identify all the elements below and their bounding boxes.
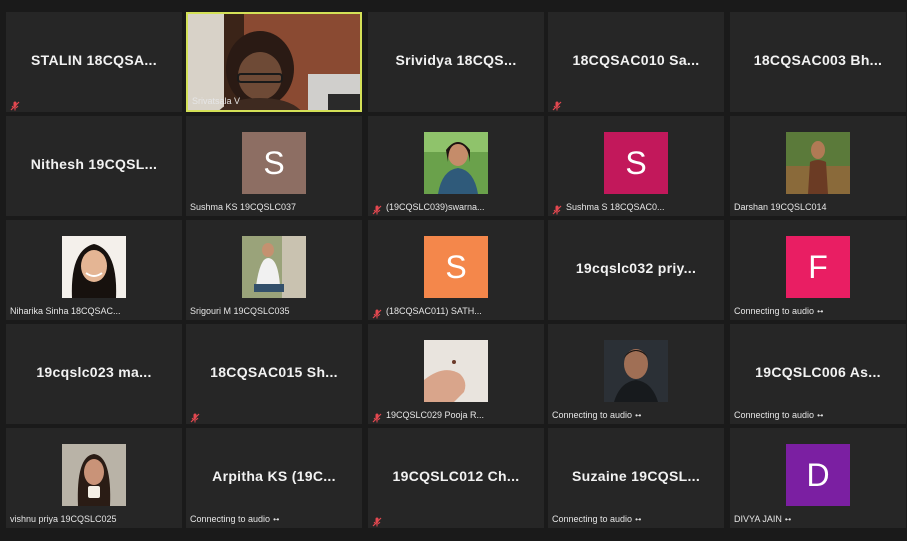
participant-tile[interactable]: vishnu priya 19CQSLC025 [6,428,182,528]
participant-name-text: Connecting to audio [734,410,815,420]
participant-name-display: Arpitha KS (19C... [212,468,336,484]
participant-tile[interactable]: Suzaine 19CQSL... Connecting to audio •·• [548,428,724,528]
mic-muted-icon [10,98,20,111]
participant-name-display: 18CQSAC010 Sa... [572,52,700,68]
participant-tile[interactable]: Srividya 18CQS... [368,12,544,112]
connecting-dots-icon: •·• [273,515,279,524]
participant-grid: STALIN 18CQSA... Srivatsala V Srividya 18C… [0,0,907,541]
participant-avatar: D [786,444,850,506]
participant-photo [604,340,668,402]
participant-name-text: Connecting to audio [552,410,633,420]
mic-muted-icon [190,410,200,423]
participant-tile[interactable]: Nithesh 19CQSL... [6,116,182,216]
participant-tile[interactable]: 19CQSLC029 Pooja R... [368,324,544,424]
mic-muted-icon [372,410,382,423]
participant-avatar: S [242,132,306,194]
participant-name-display: 18CQSAC003 Bh... [753,52,883,68]
participant-name-text: 19CQSLC029 Pooja R... [386,410,485,420]
participant-tile[interactable]: 19cqslc023 ma... [6,324,182,424]
participant-tile[interactable]: 19cqslc032 priy... [548,220,724,320]
participant-name-text: Sushma S 18CQSAC0... [566,202,665,212]
participant-name-label: Darshan 19CQSLC014 [732,200,829,214]
participant-name-text: Niharika Sinha 18CQSAC... [10,306,121,316]
participant-name-label: Sushma S 18CQSAC0... [564,200,667,214]
participant-name-display: Suzaine 19CQSL... [571,468,701,484]
connecting-dots-icon: •·• [635,515,641,524]
participant-name-display: 19cqslc032 priy... [575,260,697,276]
participant-tile[interactable]: Srivatsala V [186,12,362,112]
participant-avatar: S [604,132,668,194]
participant-name-label: Connecting to audio •·• [732,304,824,318]
participant-name-label: Connecting to audio •·• [550,408,642,422]
participant-avatar: S [424,236,488,298]
connecting-dots-icon: •·• [817,307,823,316]
connecting-dots-icon: •·• [784,515,791,524]
participant-avatar: F [786,236,850,298]
participant-photo [62,444,126,506]
participant-name-label: Connecting to audio •·• [732,408,824,422]
participant-tile[interactable]: 18CQSAC003 Bh... [730,12,906,112]
participant-name-display: Srividya 18CQS... [395,52,517,68]
participant-tile[interactable]: S (18CQSAC011) SATH... [368,220,544,320]
participant-photo [242,236,306,298]
participant-name-label: Srigouri M 19CQSLC035 [188,304,292,318]
participant-tile[interactable]: 19CQSLC006 As... Connecting to audio •·• [730,324,906,424]
participant-tile[interactable]: Niharika Sinha 18CQSAC... [6,220,182,320]
participant-name-label: Connecting to audio •·• [550,512,642,526]
participant-name-text: Connecting to audio [734,306,815,316]
mic-muted-icon [552,98,562,111]
participant-photo [424,340,488,402]
participant-name-text: Connecting to audio [190,514,271,524]
participant-name-text: vishnu priya 19CQSLC025 [10,514,117,524]
participant-name-display: STALIN 18CQSA... [31,52,157,68]
mic-muted-icon [372,202,382,215]
participant-name-label: Connecting to audio •·• [188,512,280,526]
participant-tile[interactable]: Arpitha KS (19C... Connecting to audio •·• [186,428,362,528]
participant-photo [424,132,488,194]
participant-tile[interactable]: 18CQSAC010 Sa... [548,12,724,112]
participant-name-label: (18CQSAC011) SATH... [384,304,484,318]
participant-tile[interactable]: (19CQSLC039)swarna... [368,116,544,216]
participant-name-label: (19CQSLC039)swarna... [384,200,487,214]
participant-name-display: 19cqslc023 ma... [36,364,152,380]
participant-name-display: 19CQSLC012 Ch... [392,468,520,484]
participant-name-label: vishnu priya 19CQSLC025 [8,512,119,526]
participant-tile[interactable]: Connecting to audio •·• [548,324,724,424]
participant-name-label: Niharika Sinha 18CQSAC... [8,304,123,318]
participant-name-label: Srivatsala V [190,94,242,108]
participant-tile[interactable]: F Connecting to audio •·• [730,220,906,320]
participant-tile[interactable]: Srigouri M 19CQSLC035 [186,220,362,320]
participant-tile[interactable]: 19CQSLC012 Ch... [368,428,544,528]
participant-photo [786,132,850,194]
participant-name-display: 19CQSLC006 As... [755,364,881,380]
connecting-dots-icon: •·• [635,411,641,420]
mic-muted-icon [552,202,562,215]
participant-tile[interactable]: D DIVYA JAIN •·• [730,428,906,528]
participant-name-label: DIVYA JAIN •·• [732,512,792,526]
participant-tile[interactable]: S Sushma KS 19CQSLC037 [186,116,362,216]
participant-photo [62,236,126,298]
mic-muted-icon [372,306,382,319]
participant-name-label: Sushma KS 19CQSLC037 [188,200,298,214]
participant-name-text: Connecting to audio [552,514,633,524]
mic-muted-icon [372,514,382,527]
participant-tile[interactable]: 18CQSAC015 Sh... [186,324,362,424]
participant-name-display: Nithesh 19CQSL... [30,156,158,172]
participant-tile[interactable]: STALIN 18CQSA... [6,12,182,112]
participant-name-text: Darshan 19CQSLC014 [734,202,827,212]
participant-tile[interactable]: S Sushma S 18CQSAC0... [548,116,724,216]
participant-name-text: Sushma KS 19CQSLC037 [190,202,297,212]
connecting-dots-icon: •·• [817,411,823,420]
participant-name-text: (19CQSLC039)swarna... [386,202,485,212]
participant-name-text: (18CQSAC011) SATH... [386,306,482,316]
participant-name-text: Srivatsala V [192,96,241,106]
participant-name-text: Srigouri M 19CQSLC035 [190,306,290,316]
participant-tile[interactable]: Darshan 19CQSLC014 [730,116,906,216]
participant-name-label: 19CQSLC029 Pooja R... [384,408,486,422]
participant-name-text: DIVYA JAIN [734,514,782,524]
participant-name-display: 18CQSAC015 Sh... [210,364,338,380]
